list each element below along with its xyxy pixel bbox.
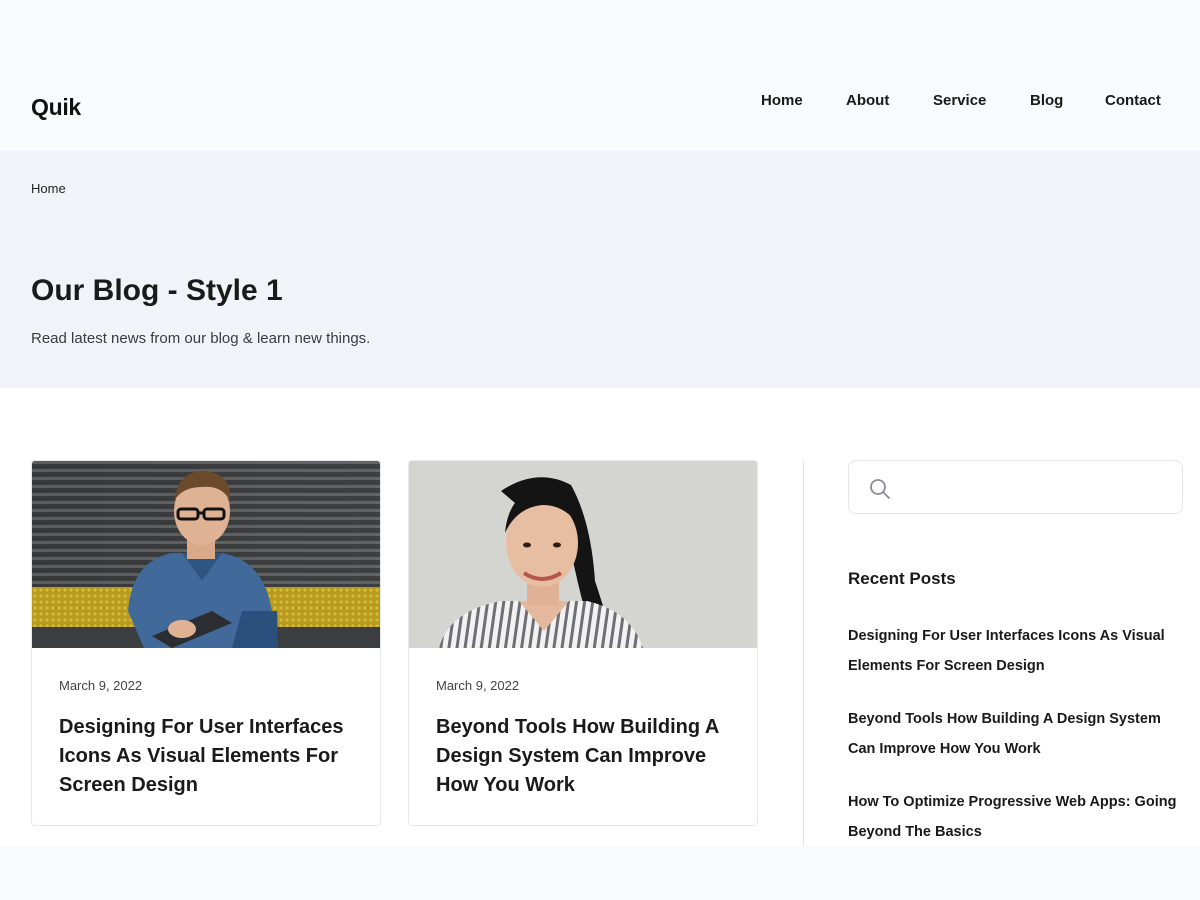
recent-post-link[interactable]: How To Optimize Progressive Web Apps: Go… [848,787,1183,847]
main-nav: Home About Service Blog Contact [0,92,1200,112]
nav-service[interactable]: Service [933,92,986,109]
search-box[interactable] [848,460,1183,514]
recent-posts-heading: Recent Posts [848,569,956,588]
breadcrumb-home[interactable]: Home [31,181,66,196]
post-thumbnail[interactable] [409,461,757,648]
recent-post-link[interactable]: Designing For User Interfaces Icons As V… [848,621,1183,681]
nav-blog[interactable]: Blog [1030,92,1063,109]
bottom-strip [0,846,1200,900]
search-icon[interactable] [869,478,891,500]
page-subtitle: Read latest news from our blog & learn n… [31,330,371,347]
man-writing-photo [32,461,380,648]
page-title: Our Blog - Style 1 [31,274,283,307]
recent-post-link[interactable]: Beyond Tools How Building A Design Syste… [848,704,1183,764]
post-title[interactable]: Beyond Tools How Building A Design Syste… [436,713,736,800]
recent-posts-list: Designing For User Interfaces Icons As V… [848,621,1183,870]
post-date: March 9, 2022 [59,678,143,693]
post-title[interactable]: Designing For User Interfaces Icons As V… [59,713,359,800]
nav-about[interactable]: About [846,92,889,109]
nav-home[interactable]: Home [761,92,803,109]
sidebar-divider [803,460,804,846]
blog-card[interactable]: March 9, 2022 Designing For User Interfa… [31,460,381,826]
blog-card[interactable]: March 9, 2022 Beyond Tools How Building … [408,460,758,826]
post-thumbnail[interactable] [32,461,380,648]
nav-contact[interactable]: Contact [1105,92,1161,109]
woman-smiling-photo [409,461,757,648]
page-banner: Home Our Blog - Style 1 Read latest news… [0,151,1200,388]
search-input[interactable] [901,471,1171,505]
site-header: Quik Home About Service Blog Contact [0,0,1200,151]
post-date: March 9, 2022 [436,678,520,693]
blog-main: March 9, 2022 Designing For User Interfa… [0,388,1200,846]
